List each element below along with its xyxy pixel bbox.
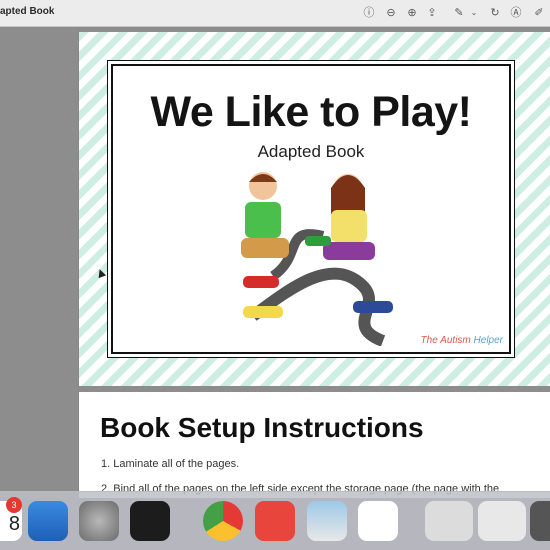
brand-logo: The Autism Helper (421, 335, 503, 346)
window-title: apted Book (0, 6, 55, 17)
calendar-day: 8 (8, 513, 20, 535)
window-thumbnail-3[interactable] (530, 501, 550, 541)
instruction-item: 1. Laminate all of the pages. (101, 458, 240, 470)
slack-app-icon[interactable] (358, 501, 398, 541)
window-thumbnail-1[interactable] (425, 501, 473, 541)
instructions-heading: Book Setup Instructions (100, 412, 424, 443)
chevron-down-icon[interactable]: ⌄ (467, 6, 481, 20)
asana-app-icon[interactable] (255, 501, 295, 541)
keynote-app-icon[interactable] (28, 501, 68, 541)
title-bar: apted Book ⓘ ⊖ ⊕ ⇪ ✎ ⌄ ↻ Ⓐ ✐ (0, 0, 550, 27)
document-view[interactable]: We Like to Play! Adapted Book The Autism… (79, 28, 550, 498)
kids-playing-illustration (241, 172, 393, 346)
system-preferences-icon[interactable] (79, 501, 119, 541)
instructions-page: Book Setup Instructions 1. Laminate all … (79, 392, 550, 498)
thumbnail-sidebar (0, 28, 78, 498)
dock: 8 3 (0, 491, 550, 550)
zoom-in-icon[interactable]: ⊕ (405, 6, 419, 20)
cover-title: We Like to Play! (150, 88, 472, 136)
logo-text-1: The Autism (420, 335, 471, 346)
share-icon[interactable]: ⇪ (425, 6, 439, 20)
rotate-icon[interactable]: ↻ (488, 6, 502, 20)
cover-frame: We Like to Play! Adapted Book The Autism… (111, 64, 511, 354)
quicktime-app-icon[interactable] (130, 501, 170, 541)
chrome-app-icon[interactable] (203, 501, 243, 541)
photo-app-icon[interactable] (307, 501, 347, 541)
window-thumbnail-2[interactable] (478, 501, 526, 541)
markup-pen-icon[interactable]: ✎ (452, 6, 466, 20)
zoom-out-icon[interactable]: ⊖ (384, 6, 398, 20)
preview-window: apted Book ⓘ ⊖ ⊕ ⇪ ✎ ⌄ ↻ Ⓐ ✐ We Like to … (0, 0, 550, 550)
cover-page: We Like to Play! Adapted Book The Autism… (79, 32, 550, 386)
markup-circle-icon[interactable]: Ⓐ (509, 6, 523, 20)
calendar-badge: 3 (6, 497, 22, 513)
cover-subtitle: Adapted Book (257, 142, 365, 161)
edit-icon[interactable]: ✐ (532, 6, 546, 20)
info-icon[interactable]: ⓘ (362, 6, 376, 20)
logo-text-2: Helper (473, 335, 503, 346)
